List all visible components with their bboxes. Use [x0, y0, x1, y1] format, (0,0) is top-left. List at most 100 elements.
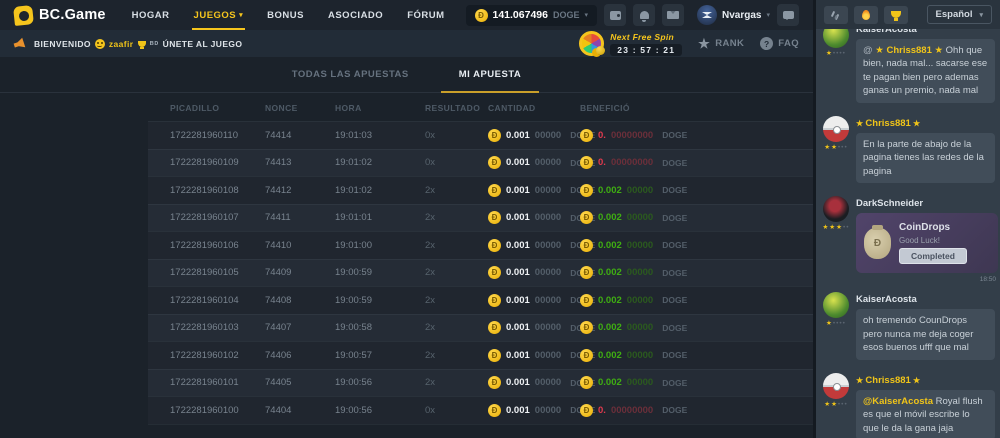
doge-coin-icon: Đ — [580, 321, 593, 334]
table-row[interactable]: 1722281960109 74413 19:01:02 0x Đ 0.0010… — [148, 149, 813, 177]
chevron-down-icon: ▾ — [766, 11, 770, 19]
welcome-suffix: ÚNETE AL JUEGO — [163, 39, 243, 49]
avatar-kaiseracosta[interactable] — [823, 29, 849, 48]
rank-label: RANK — [715, 38, 744, 49]
table-row[interactable]: 1722281960101 74405 19:00:56 2x Đ 0.0010… — [148, 369, 813, 397]
table-row[interactable]: 1722281960110 74414 19:01:03 0x Đ 0.0010… — [148, 121, 813, 149]
doge-coin-icon: Đ — [580, 376, 593, 389]
flame-button[interactable] — [854, 6, 878, 24]
table-row[interactable]: 1722281960100 74404 19:00:56 0x Đ 0.0010… — [148, 396, 813, 424]
mail-icon — [667, 11, 679, 19]
table-row[interactable]: 1722281960104 74408 19:00:59 2x Đ 0.0010… — [148, 286, 813, 314]
avatar-kaiseracosta[interactable] — [823, 292, 849, 318]
balance-currency: DOGE — [553, 10, 580, 20]
avatar-chriss881[interactable] — [823, 116, 849, 142]
nav-item-asociado[interactable]: ASOCIADO — [328, 0, 383, 30]
table-row[interactable]: 1722281960102 74406 19:00:57 2x Đ 0.0010… — [148, 341, 813, 369]
chat-header: Español ▾ — [816, 0, 1000, 29]
chat-bubble: @ ★ Chriss881 ★ Ohh que bien, nada mal..… — [856, 39, 995, 103]
table-row[interactable]: 1722281960103 74407 19:00:58 2x Đ 0.0010… — [148, 314, 813, 342]
doge-coin-icon: Đ — [580, 349, 593, 362]
welcome-badge: ʙᴅ — [150, 40, 159, 47]
balance-selector[interactable]: Đ 141.067496 DOGE ▾ — [466, 5, 598, 26]
user-level-stars: ★•••• — [826, 51, 846, 58]
chat-messages: ★•••• KaiserAcosta @ ★ Chriss881 ★ Ohh q… — [816, 29, 1000, 438]
chat-bubble: @KaiserAcosta Royal flush es que el móvi… — [856, 390, 995, 438]
chat-toggle-button[interactable] — [777, 4, 799, 26]
doge-coin-icon: Đ — [488, 376, 501, 389]
rank-link[interactable]: ★ RANK — [698, 37, 744, 50]
doge-coin-icon: Đ — [580, 266, 593, 279]
doge-coin-icon: Đ — [580, 184, 593, 197]
star-icon: ★ — [698, 37, 710, 50]
notifications-button[interactable] — [633, 4, 655, 26]
free-spin-timer: 23 : 57 : 21 — [610, 44, 682, 56]
table-row[interactable]: 1722281960107 74411 19:01:01 2x Đ 0.0010… — [148, 204, 813, 232]
nav-item-fórum[interactable]: FÓRUM — [407, 0, 444, 30]
avatar-chriss881[interactable] — [823, 373, 849, 399]
trophy-icon — [891, 11, 901, 18]
bets-tabs: TODAS LAS APUESTAS MI APUESTA — [0, 57, 813, 93]
chat-username-darkschneider[interactable]: DarkSchneider — [856, 198, 995, 209]
wallet-button[interactable] — [604, 4, 626, 26]
table-row[interactable]: 1722281960106 74410 19:01:00 2x Đ 0.0010… — [148, 231, 813, 259]
doge-coin-icon: Đ — [488, 404, 501, 417]
chat-username-chriss881[interactable]: ★ Chriss881 ★ — [856, 118, 995, 129]
coindrops-subtitle: Good Luck! — [899, 236, 940, 245]
rain-button[interactable] — [824, 6, 848, 24]
column-header-cantidad: CANTIDAD — [488, 103, 580, 113]
column-header-benefició: BENEFICIÓ — [580, 103, 750, 113]
doge-coin-icon: Đ — [580, 156, 593, 169]
user-menu[interactable]: Nvargas ▾ — [697, 5, 770, 25]
avatar-darkschneider[interactable] — [823, 196, 849, 222]
bets-section: TODAS LAS APUESTAS MI APUESTA PICADILLONO… — [0, 57, 813, 438]
nav-item-juegos[interactable]: JUEGOS▾ — [194, 0, 244, 30]
bets-table: 1722281960110 74414 19:01:03 0x Đ 0.0010… — [0, 121, 813, 424]
column-header-nonce: NONCE — [265, 103, 335, 113]
main-nav: HOGAR JUEGOS▾ BONUS ASOCIADO FÓRUM — [132, 0, 445, 30]
free-spin-title: Next Free Spin — [610, 32, 674, 42]
bcgame-logo-icon — [13, 5, 34, 26]
chat-message: ★★••• ★ Chriss881 ★ @KaiserAcosta Royal … — [822, 373, 995, 438]
app: BC.Game HOGAR JUEGOS▾ BONUS ASOCIADO FÓRUM Đ… — [0, 0, 1000, 438]
brand-logo[interactable]: BC.Game — [14, 6, 106, 25]
user-level-stars: ★★••• — [824, 145, 847, 152]
coindrops-completed-button[interactable]: Completed — [899, 248, 967, 264]
user-level-stars: ★★★•• — [822, 225, 849, 232]
nav-item-hogar[interactable]: HOGAR — [132, 0, 170, 30]
table-header: PICADILLONONCEHORARESULTADOCANTIDADBENEF… — [148, 93, 813, 121]
faq-link[interactable]: ? FAQ — [760, 37, 799, 50]
column-header-hora: HORA — [335, 103, 425, 113]
doge-coin-icon: Đ — [580, 239, 593, 252]
free-spin-widget[interactable]: Next Free Spin 23 : 57 : 21 — [579, 31, 682, 56]
chat-username-kaiseracosta[interactable]: KaiserAcosta — [856, 294, 995, 305]
doge-coin-icon: Đ — [488, 184, 501, 197]
rain-icon — [831, 10, 841, 20]
chat-username-chriss881[interactable]: ★ Chriss881 ★ — [856, 375, 995, 386]
language-selector[interactable]: Español ▾ — [927, 5, 992, 24]
nav-item-bonus[interactable]: BONUS — [267, 0, 304, 30]
brand-name: BC.Game — [39, 7, 106, 23]
flame-icon — [862, 10, 870, 20]
main-panel: BC.Game HOGAR JUEGOS▾ BONUS ASOCIADO FÓRUM Đ… — [0, 0, 813, 438]
column-header-resultado: RESULTADO — [425, 103, 488, 113]
tab-todas-las-apuestas[interactable]: TODAS LAS APUESTAS — [290, 69, 411, 92]
inbox-button[interactable] — [662, 4, 684, 26]
doge-coin-icon: Đ — [488, 239, 501, 252]
welcome-prefix: BIENVENIDO — [34, 39, 91, 49]
table-row[interactable]: 1722281960105 74409 19:00:59 2x Đ 0.0010… — [148, 259, 813, 287]
doge-coin-icon: Đ — [488, 211, 501, 224]
chevron-down-icon: ▾ — [585, 11, 589, 19]
doge-coin-icon: Đ — [488, 349, 501, 362]
chat-bubble: En la parte de abajo de la pagina tienes… — [856, 133, 995, 183]
chat-username-kaiseracosta[interactable]: KaiserAcosta — [856, 29, 995, 35]
tab-mi-apuesta[interactable]: MI APUESTA — [457, 69, 524, 92]
trophy-button[interactable] — [884, 6, 908, 24]
welcome-message[interactable]: BIENVENIDO zaafir ʙᴅ ÚNETE AL JUEGO — [34, 39, 242, 49]
welcome-username: zaafir — [109, 39, 134, 49]
table-row[interactable]: 1722281960108 74412 19:01:02 2x Đ 0.0010… — [148, 176, 813, 204]
coindrops-title: CoinDrops — [899, 222, 950, 233]
question-icon: ? — [760, 37, 773, 50]
faq-label: FAQ — [778, 38, 799, 49]
coindrops-card[interactable]: ĐCoinDropsGood Luck!Completed18:50 — [856, 213, 998, 283]
